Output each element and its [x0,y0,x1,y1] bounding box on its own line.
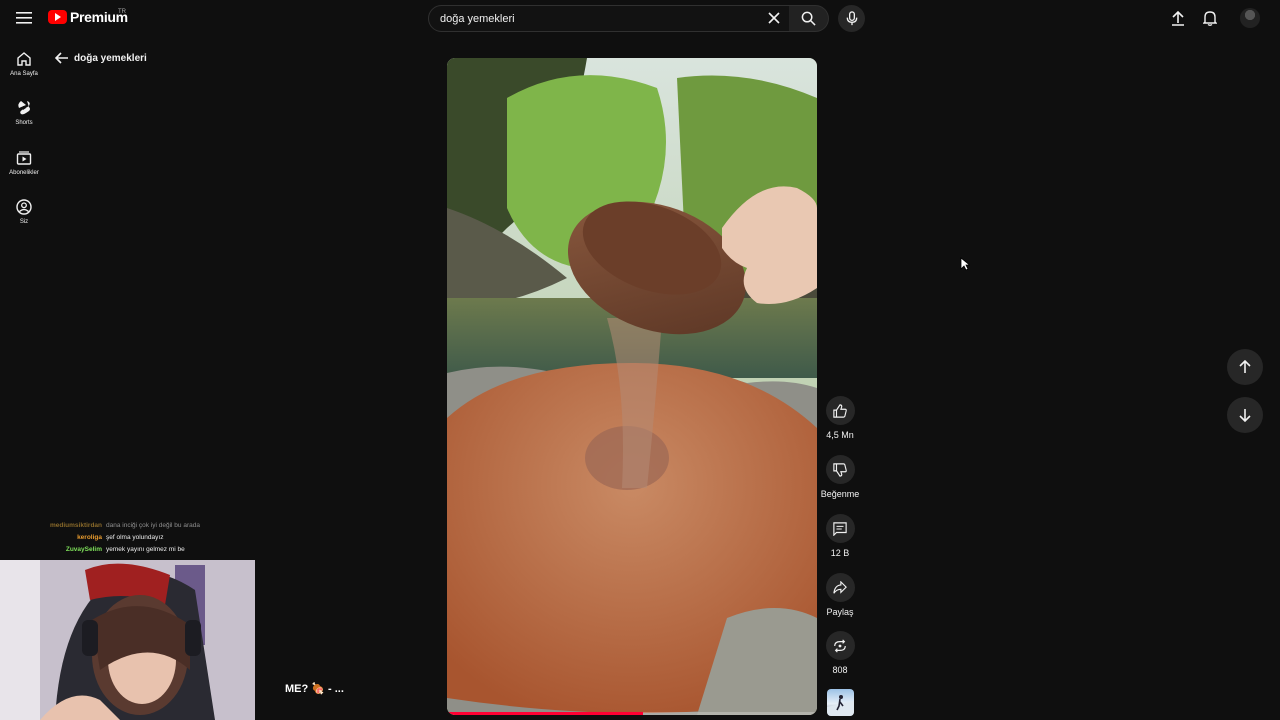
dislike-button[interactable]: Beğenme [820,455,860,499]
search-button[interactable] [789,5,829,32]
comment-icon [833,521,847,536]
sidebar-item-shorts[interactable]: Shorts [0,100,48,126]
sidebar-item-home[interactable]: Ana Sayfa [0,51,48,77]
comment-count: 12 B [830,548,850,558]
chat-line: keroliga şef olma yolundayız [0,532,255,544]
page-title: doğa yemekleri [74,52,147,64]
notifications-button[interactable] [1200,8,1220,28]
search-icon [801,11,816,26]
chat-line: mediumsiktirdan dana inciği çok iyi deği… [0,520,255,532]
arrow-left-icon [55,52,68,64]
share-icon [833,580,847,594]
clear-icon [768,12,780,24]
like-button[interactable]: 4,5 Mn [820,396,860,440]
sidebar-item-label: Abonelikler [9,170,39,176]
sidebar-item-label: Ana Sayfa [10,71,38,77]
remix-button[interactable]: 808 [820,631,860,675]
video-progress-bar[interactable] [447,712,817,715]
stream-chat-overlay: mediumsiktirdan dana inciği çok iyi deği… [0,520,255,556]
arrow-up-icon [1239,360,1251,373]
voice-search-button[interactable] [838,5,865,32]
share-label: Paylaş [826,607,854,617]
mouse-cursor-icon [960,257,970,271]
sound-thumbnail[interactable] [827,689,854,716]
webcam-image [0,560,255,720]
chat-username: mediumsiktirdan [49,522,102,529]
chat-message: yemek yayını gelmez mi be [106,546,185,553]
chat-username: keroliga [77,534,102,541]
shorts-video-player[interactable] [447,58,817,715]
upload-icon [1172,10,1184,26]
you-icon [16,199,32,215]
back-button[interactable]: doğa yemekleri [55,52,147,64]
bell-icon [1203,11,1217,26]
skier-image [827,695,854,716]
dislike-label: Beğenme [820,489,860,499]
home-icon [17,52,31,66]
like-count: 4,5 Mn [826,430,854,440]
clear-search-button[interactable] [764,8,784,28]
remix-count: 808 [832,665,848,675]
video-frame-image [447,58,817,715]
comments-button[interactable]: 12 B [820,514,860,558]
chat-username: ZuvaySelim [65,546,102,553]
avatar[interactable] [1240,8,1260,28]
thumbs-down-icon [833,462,847,477]
video-progress-fill [447,712,644,715]
next-video-button[interactable] [1227,397,1263,433]
create-button[interactable] [1168,8,1188,28]
sidebar-item-label: Shorts [15,120,33,126]
search-input[interactable] [440,12,760,25]
sidebar-item-subscriptions[interactable]: Abonelikler [0,150,48,176]
chat-message: şef olma yolundayız [106,534,164,541]
thumbs-up-icon [833,403,847,418]
shorts-icon [18,101,30,115]
country-code: TR [118,9,126,15]
remix-icon [834,638,846,653]
chat-message: dana inciği çok iyi değil bu arada [106,522,200,529]
chat-line: ZuvaySelim yemek yayını gelmez mi be [0,544,255,556]
youtube-play-icon [48,10,67,24]
menu-icon [16,12,32,24]
subscriptions-icon [16,151,32,165]
menu-button[interactable] [12,6,36,30]
search-box[interactable] [428,5,790,32]
youtube-logo[interactable]: Premium [48,9,128,25]
arrow-down-icon [1239,409,1251,422]
streamer-webcam [0,560,255,720]
stream-banner-text: ME? 🍖 - ... [285,683,344,695]
sidebar-item-label: Siz [19,219,29,225]
mic-icon [846,11,857,26]
previous-video-button[interactable] [1227,349,1263,385]
sidebar-item-you[interactable]: Siz [0,199,48,225]
share-button[interactable]: Paylaş [820,573,860,617]
